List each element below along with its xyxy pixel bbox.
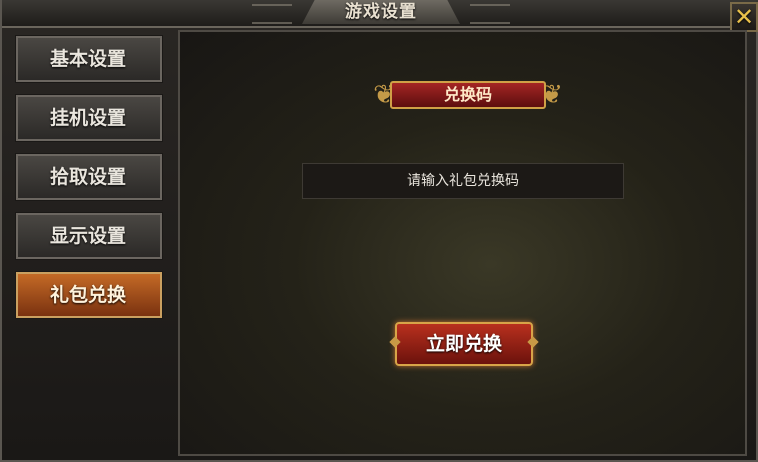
banner-label: 兑换码 — [443, 85, 492, 104]
tab-basic-settings[interactable]: 基本设置 — [15, 35, 163, 83]
tab-auto-battle-settings[interactable]: 挂机设置 — [15, 94, 163, 142]
tab-gift-redeem[interactable]: 礼包兑换 — [15, 271, 163, 319]
redeem-button-label: 立即兑换 — [425, 333, 502, 355]
tab-pickup-settings[interactable]: 拾取设置 — [15, 153, 163, 201]
settings-window: 游戏设置 ✕ 基本设置 挂机设置 拾取设置 显示设置 礼包兑换 ❦ ❦ 兑换码 … — [0, 0, 758, 462]
title-bar: 游戏设置 — [2, 0, 758, 28]
redeem-code-banner: ❦ ❦ 兑换码 — [372, 78, 564, 112]
redeem-now-button[interactable]: 立即兑换 — [389, 322, 539, 366]
close-icon: ✕ — [733, 3, 755, 31]
title-right-ornament — [470, 4, 510, 24]
window-title: 游戏设置 — [345, 2, 417, 22]
title-left-ornament — [252, 4, 292, 24]
close-button[interactable]: ✕ — [730, 2, 758, 32]
tab-display-settings[interactable]: 显示设置 — [15, 212, 163, 260]
redeem-code-input[interactable] — [302, 163, 624, 199]
